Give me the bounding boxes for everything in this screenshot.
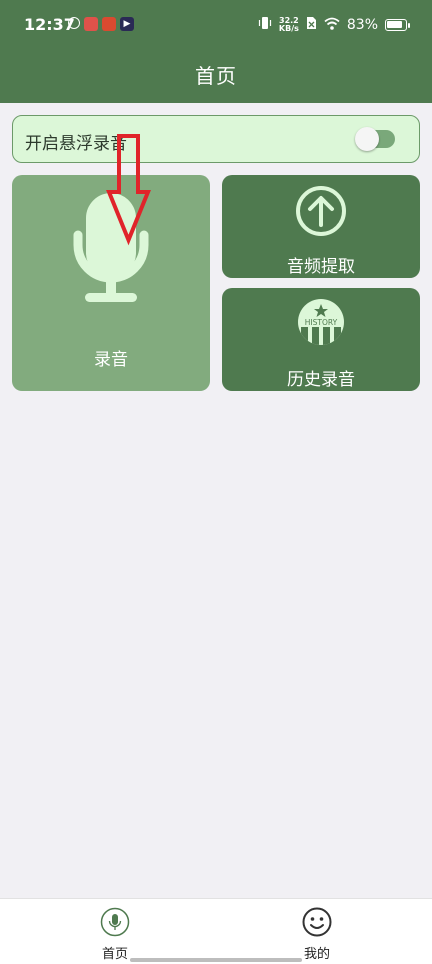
record-label: 录音 (94, 350, 128, 370)
battery-percent: 83% (346, 17, 378, 33)
app-notification-icon (84, 17, 98, 31)
home-indicator[interactable] (130, 958, 302, 962)
status-right: 32.2 KB/s 83% (258, 16, 410, 34)
audio-extract-card[interactable]: 音频提取 (222, 175, 420, 278)
bottom-nav: 首页 我的 (0, 898, 432, 964)
history-label: 历史录音 (287, 370, 355, 390)
status-bar: 12:37 ▶ 32.2 KB/s 83% (0, 0, 432, 50)
floating-record-row[interactable]: 开启悬浮录音 (12, 115, 420, 163)
no-sim-icon (306, 16, 317, 34)
battery-cap (408, 22, 410, 28)
page-title: 首页 (195, 64, 237, 88)
notification-icons: ▶ (68, 17, 134, 31)
mic-icon (100, 907, 130, 937)
nav-item-me[interactable]: 我的 (277, 907, 357, 962)
vibrate-icon (258, 16, 272, 34)
history-card[interactable]: HISTORY 历史录音 (222, 288, 420, 391)
upload-arrow-icon (296, 186, 346, 236)
history-icon-text: HISTORY (305, 318, 338, 327)
smiley-icon (302, 907, 332, 937)
battery-icon (385, 19, 407, 31)
app-notification-icon (102, 17, 116, 31)
nav-item-home[interactable]: 首页 (75, 907, 155, 962)
history-icon: HISTORY (298, 299, 344, 345)
app-header: 12:37 ▶ 32.2 KB/s 83% 首页 (0, 0, 432, 103)
net-speed-unit: KB/s (278, 24, 299, 33)
app-notification-icon (68, 17, 80, 29)
toggle-knob (355, 127, 379, 151)
audio-extract-label: 音频提取 (287, 257, 355, 277)
video-app-icon: ▶ (120, 17, 134, 31)
annotation-arrow-icon (106, 134, 151, 246)
wifi-icon (324, 17, 340, 34)
network-speed: 32.2 KB/s (279, 17, 299, 33)
floating-record-toggle[interactable] (355, 127, 395, 151)
